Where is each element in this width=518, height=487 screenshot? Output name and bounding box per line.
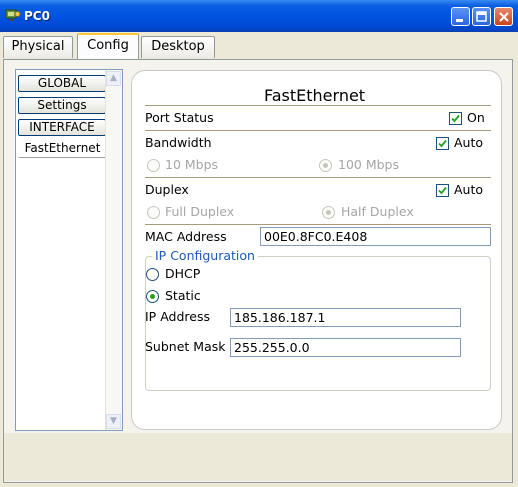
divider bbox=[145, 130, 491, 131]
application-window: PC0 Physical Config Desktop GLOBAL Setti… bbox=[0, 0, 518, 487]
full-duplex-radio[interactable] bbox=[147, 206, 160, 219]
bandwidth-10-label: 10 Mbps bbox=[165, 157, 219, 172]
ip-address-label: IP Address bbox=[145, 309, 210, 324]
port-status-checkbox[interactable] bbox=[449, 112, 462, 125]
static-label: Static bbox=[165, 288, 201, 303]
maximize-button[interactable] bbox=[472, 7, 491, 26]
half-duplex-radio[interactable] bbox=[322, 206, 335, 219]
ip-configuration-legend: IP Configuration bbox=[152, 248, 258, 264]
check-icon bbox=[451, 114, 460, 123]
check-icon bbox=[438, 139, 447, 148]
duplex-auto-checkbox[interactable] bbox=[436, 184, 449, 197]
mac-address-field[interactable]: 00E0.8FC0.E408 bbox=[260, 227, 491, 246]
window-title: PC0 bbox=[24, 9, 50, 23]
tab-desktop[interactable]: Desktop bbox=[141, 36, 215, 58]
duplex-label: Duplex bbox=[145, 182, 189, 197]
title-bar[interactable]: PC0 bbox=[0, 0, 518, 32]
sidebar-item-fastethernet[interactable]: FastEthernet bbox=[18, 141, 108, 158]
divider bbox=[145, 105, 491, 106]
bandwidth-100-radio[interactable] bbox=[319, 159, 332, 172]
dhcp-label: DHCP bbox=[165, 266, 201, 281]
duplex-auto-label: Auto bbox=[454, 182, 484, 197]
bandwidth-auto-label: Auto bbox=[454, 135, 484, 150]
subnet-mask-label: Subnet Mask bbox=[145, 339, 226, 354]
tab-bar: Physical Config Desktop bbox=[0, 32, 518, 60]
interface-heading: FastEthernet bbox=[264, 86, 366, 105]
divider bbox=[145, 224, 491, 225]
minimize-button[interactable] bbox=[451, 7, 470, 26]
port-status-label: Port Status bbox=[145, 110, 214, 125]
scroll-down-icon[interactable]: ▼ bbox=[106, 414, 121, 429]
scroll-up-icon[interactable]: ▲ bbox=[106, 71, 121, 86]
minimize-icon bbox=[456, 19, 463, 22]
bandwidth-10-radio[interactable] bbox=[147, 159, 160, 172]
sidebar: GLOBAL Settings INTERFACE FastEthernet ▲… bbox=[15, 69, 123, 431]
divider bbox=[145, 177, 491, 178]
mac-address-label: MAC Address bbox=[145, 229, 227, 244]
static-radio[interactable] bbox=[146, 290, 159, 303]
sidebar-item-global[interactable]: GLOBAL bbox=[18, 75, 106, 92]
pc-app-icon bbox=[5, 9, 21, 21]
sidebar-scrollbar[interactable]: ▲ ▼ bbox=[105, 70, 122, 430]
subnet-mask-field[interactable]: 255.255.0.0 bbox=[230, 338, 461, 357]
full-duplex-label: Full Duplex bbox=[165, 204, 235, 219]
half-duplex-label: Half Duplex bbox=[341, 204, 414, 219]
sidebar-item-settings[interactable]: Settings bbox=[18, 97, 106, 114]
bandwidth-label: Bandwidth bbox=[145, 135, 212, 150]
tab-config[interactable]: Config bbox=[77, 33, 139, 59]
ip-address-field[interactable]: 185.186.187.1 bbox=[230, 308, 461, 327]
sidebar-item-interface[interactable]: INTERFACE bbox=[18, 119, 106, 136]
close-button[interactable] bbox=[494, 7, 513, 26]
port-status-on-label: On bbox=[467, 110, 485, 125]
check-icon bbox=[438, 186, 447, 195]
tab-physical[interactable]: Physical bbox=[3, 36, 73, 58]
maximize-icon bbox=[476, 11, 487, 22]
dhcp-radio[interactable] bbox=[146, 268, 159, 281]
close-icon bbox=[499, 12, 509, 22]
bottom-area bbox=[4, 433, 512, 481]
bandwidth-auto-checkbox[interactable] bbox=[436, 137, 449, 150]
bandwidth-100-label: 100 Mbps bbox=[338, 157, 399, 172]
